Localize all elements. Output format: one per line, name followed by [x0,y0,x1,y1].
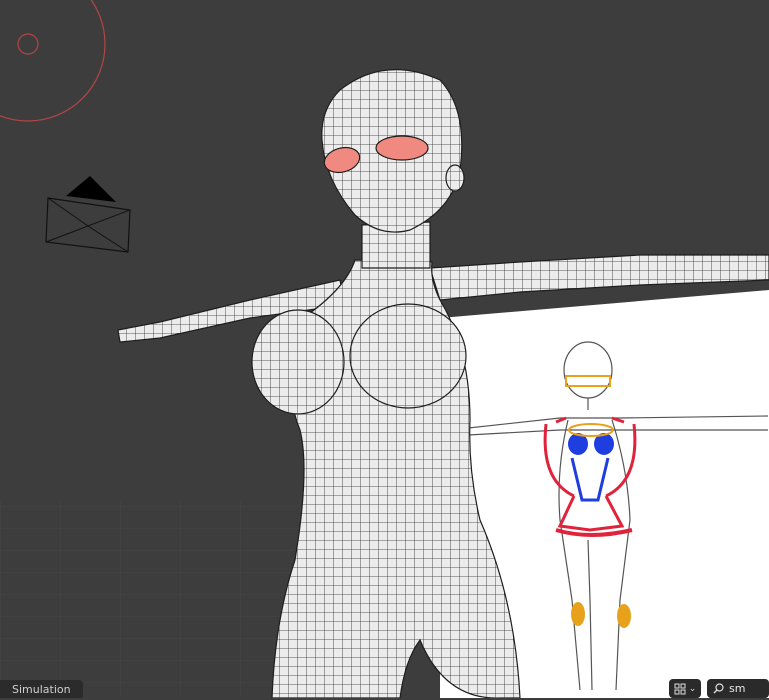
editor-type-button[interactable]: ⌄ [669,679,701,698]
chest-right [349,303,467,409]
viewport-header-tools: ⌄ sm [669,679,769,698]
right-arm [429,254,769,301]
ear [445,164,465,192]
search-value: sm [729,682,746,695]
right-eye [375,135,429,161]
search-field[interactable]: sm [707,679,769,698]
viewport-scene[interactable] [0,0,769,698]
light-gizmo[interactable] [0,0,106,122]
chest-left [251,309,345,415]
grid-icon [674,683,686,694]
search-icon [713,683,724,694]
3d-viewport[interactable] [0,0,769,698]
camera-gizmo[interactable] [45,176,131,253]
chevron-down-icon: ⌄ [688,683,697,694]
simulation-tab[interactable]: Simulation [0,680,83,698]
